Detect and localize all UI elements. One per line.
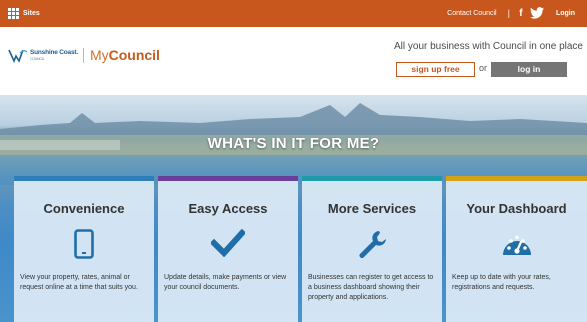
- wrench-icon: [359, 231, 386, 258]
- facebook-icon[interactable]: f: [515, 8, 527, 19]
- card-title: More Services: [327, 201, 417, 216]
- feature-card-convenience[interactable]: Convenience View your property, rates, a…: [14, 176, 154, 322]
- mycouncil-wordmark: MyCouncil: [89, 47, 160, 63]
- divider: |: [507, 8, 510, 18]
- hero-title: WHAT'S IN IT FOR ME?: [207, 135, 380, 152]
- mycouncil-logo[interactable]: Sunshine Coast. COUNCIL MyCouncil: [8, 47, 160, 63]
- contact-council-link[interactable]: Contact Council: [447, 10, 496, 17]
- sites-menu[interactable]: Sites: [8, 8, 40, 19]
- dashboard-gauge-icon: [502, 235, 531, 255]
- site-header: Sunshine Coast. COUNCIL MyCouncil All yo…: [0, 27, 587, 95]
- log-in-button[interactable]: log in: [491, 62, 567, 77]
- feature-card-your-dashboard[interactable]: Your Dashboard Keep up to date with your…: [446, 176, 587, 322]
- card-description: Businesses can register to get access to…: [308, 274, 434, 301]
- checkmark-icon: [211, 229, 245, 257]
- sign-up-button[interactable]: sign up free: [396, 62, 475, 77]
- card-description: View your property, rates, animal or req…: [20, 274, 138, 291]
- card-title: Easy Access: [188, 201, 268, 216]
- grid-icon: [8, 8, 19, 19]
- top-login-link[interactable]: Login: [556, 10, 575, 17]
- card-accent: [446, 176, 587, 181]
- feature-card-more-services[interactable]: More Services Businesses can register to…: [302, 176, 442, 322]
- mobile-phone-icon: [74, 229, 94, 259]
- card-description: Keep up to date with your rates, registr…: [452, 274, 551, 291]
- sunshine-coast-logo-icon: [8, 49, 28, 63]
- or-label: or: [479, 63, 488, 73]
- card-accent: [302, 176, 442, 181]
- card-title: Convenience: [43, 201, 125, 216]
- logo-divider: [82, 47, 84, 63]
- header-tagline: All your business with Council in one pl…: [394, 41, 583, 52]
- card-accent: [158, 176, 298, 181]
- twitter-icon[interactable]: [529, 7, 544, 19]
- card-accent: [14, 176, 154, 181]
- top-bar: Sites Contact Council | f Login: [0, 0, 587, 27]
- logo-text: Sunshine Coast. COUNCIL: [30, 49, 78, 61]
- feature-card-easy-access[interactable]: Easy Access Update details, make payment…: [158, 176, 298, 322]
- card-title: Your Dashboard: [466, 201, 567, 216]
- card-description: Update details, make payments or view yo…: [164, 274, 287, 291]
- sites-label: Sites: [23, 10, 40, 17]
